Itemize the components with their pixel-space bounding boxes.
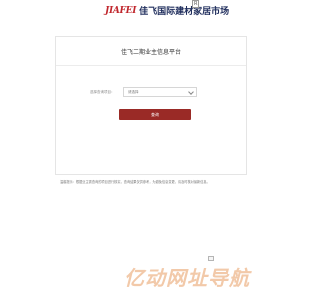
registered-badge: R xyxy=(192,0,200,8)
card-header: 佳飞二期业主信息平台 xyxy=(56,37,246,66)
query-button-label: 查询 xyxy=(151,111,159,117)
watermark-logo: 亿动网址导航 xyxy=(124,266,250,290)
site-logo[interactable]: JIAFEI 佳飞国际建材家居市场 xyxy=(105,4,230,18)
project-select[interactable]: 请选择 xyxy=(123,87,197,97)
site-header: JIAFEI 佳飞国际建材家居市场 R xyxy=(0,0,300,34)
query-card: 佳飞二期业主信息平台 选择查询项目： 请选择 查询 xyxy=(55,36,247,175)
logo-mark: JIAFEI xyxy=(105,5,137,16)
broken-image-icon xyxy=(208,256,214,261)
notice-text: 温馨提示：根据业主需查询的项目进行核实，查询结果仅供参考，为避免信息变更，请及时… xyxy=(60,180,210,184)
chevron-down-icon xyxy=(188,89,194,95)
project-select-label: 选择查询项目： xyxy=(90,89,115,94)
page-title: 佳飞二期业主信息平台 xyxy=(120,48,181,56)
logo-text: 佳飞国际建材家居市场 xyxy=(139,7,230,17)
query-button[interactable]: 查询 xyxy=(119,109,191,120)
project-form-row: 选择查询项目： 请选择 xyxy=(90,87,197,97)
project-select-value: 请选择 xyxy=(128,89,139,94)
